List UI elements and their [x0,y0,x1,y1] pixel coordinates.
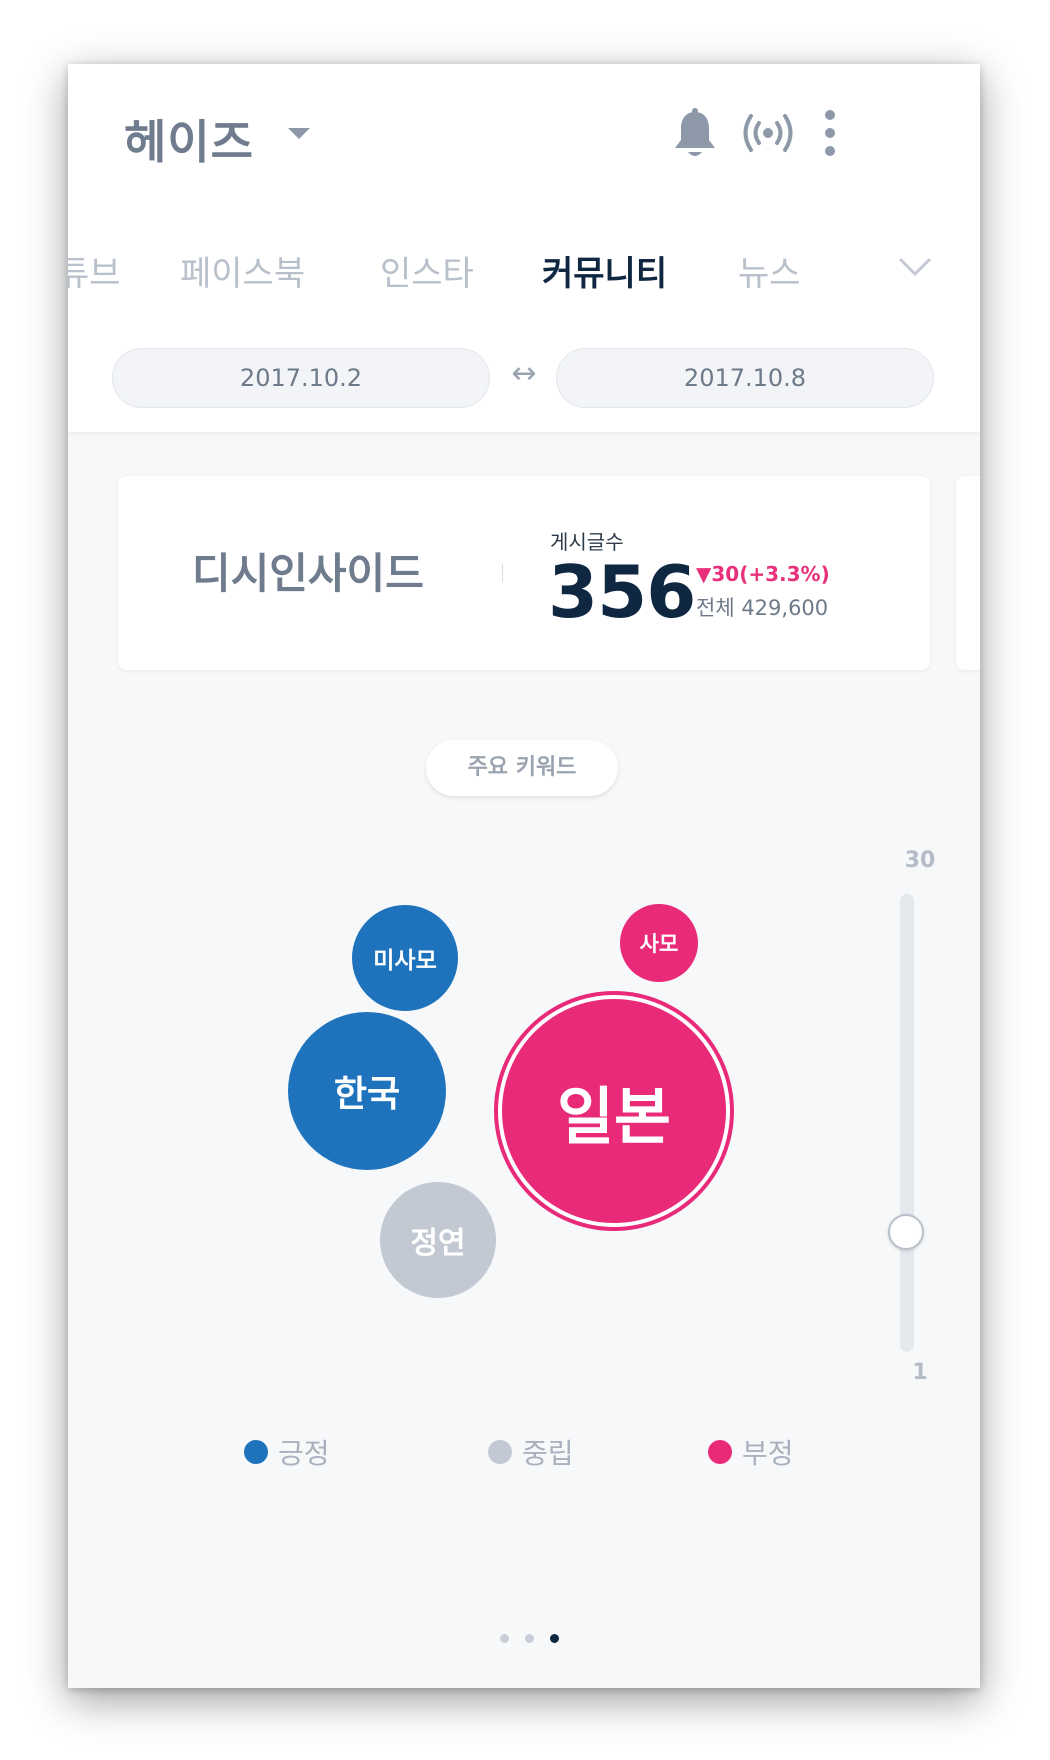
page-indicator[interactable] [500,1634,575,1643]
tab-facebook[interactable]: 페이스북 [180,246,305,295]
legend-dot [708,1440,732,1464]
slider-min-label: 1 [912,1360,928,1385]
bubble-label: 사모 [639,932,679,956]
tab-youtube[interactable]: 튜브 [68,246,121,295]
page-dot[interactable] [525,1634,534,1643]
keyword-section-title: 주요 키워드 [426,740,618,796]
keyword-bubble-misamo[interactable]: 미사모 [352,905,458,1011]
tab-community[interactable]: 커뮤니티 [542,246,667,295]
tab-instagram[interactable]: 인스타 [380,246,474,295]
page-title: 헤이즈 [124,115,254,169]
card-divider [502,564,503,582]
summary-card[interactable]: 디시인사이드 게시글수 356 ▼30(+3.3%) 전체 429,600 [118,476,930,670]
source-name: 디시인사이드 [192,549,424,598]
start-date-field[interactable]: 2017.10.2 [112,348,490,408]
bubble-label: 정연 [410,1226,466,1261]
keyword-bubble-jeongyeon[interactable]: 정연 [380,1182,496,1298]
page-dot-active[interactable] [550,1634,559,1643]
legend-negative: 부정 [708,1432,794,1472]
keyword-count-slider[interactable] [900,894,914,1352]
legend-neutral: 중립 [488,1432,574,1472]
phone-screen: 헤이즈 튜브 페이스북 인스타 커뮤니티 뉴스 2017.10.2 ↔ 2017… [68,64,980,1688]
metric-change: ▼30(+3.3%) [696,562,830,586]
top-bar: 헤이즈 튜브 페이스북 인스타 커뮤니티 뉴스 2017.10.2 ↔ 2017… [68,64,980,432]
slider-handle[interactable] [888,1214,924,1250]
page-dot[interactable] [500,1634,509,1643]
legend-positive: 긍정 [244,1432,330,1472]
more-vertical-icon[interactable] [820,108,840,158]
broadcast-icon[interactable] [740,110,796,156]
legend-dot [244,1440,268,1464]
keyword-bubble-samo[interactable]: 사모 [620,904,698,982]
metric-total: 전체 429,600 [696,596,829,620]
date-range-separator: ↔ [511,356,537,391]
keyword-bubble-japan[interactable]: 일본 [502,999,726,1223]
caret-down-icon[interactable] [288,128,310,139]
tab-news[interactable]: 뉴스 [738,246,801,295]
next-card-peek[interactable] [956,476,980,670]
bubble-label: 한국 [333,1074,401,1115]
legend-label: 긍정 [278,1437,330,1470]
end-date-field[interactable]: 2017.10.8 [556,348,934,408]
legend-label: 중립 [522,1437,574,1470]
metric-value: 356 [548,550,696,634]
chevron-down-icon[interactable] [898,256,932,278]
keyword-bubble-korea[interactable]: 한국 [288,1012,446,1170]
slider-max-label: 30 [904,848,936,873]
legend-dot [488,1440,512,1464]
bell-icon[interactable] [672,108,718,160]
legend-label: 부정 [742,1437,794,1470]
bubble-label: 일본 [556,1080,672,1153]
bubble-label: 미사모 [373,948,437,974]
